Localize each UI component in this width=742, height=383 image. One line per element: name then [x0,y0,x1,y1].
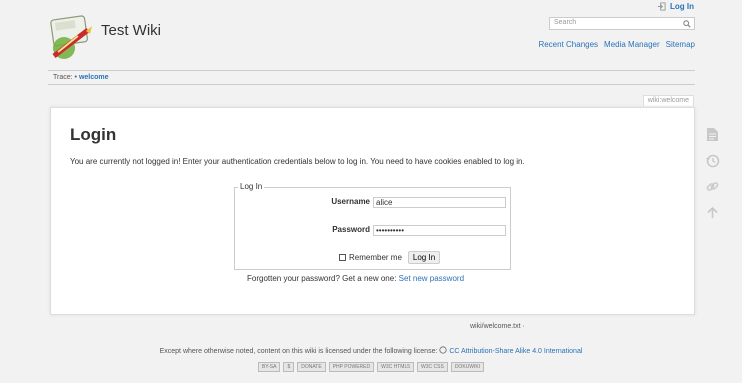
breadcrumb: Trace: • welcome [53,74,109,81]
breadcrumb-divider [48,84,695,85]
breadcrumb-label: Trace: [53,74,73,81]
old-revisions-tool[interactable] [704,152,720,168]
site-title[interactable]: Test Wiki [101,22,161,39]
wiki-logo[interactable] [48,12,98,64]
license-text: Except where otherwise noted, content on… [159,348,438,355]
forgot-password-text: Forgotten your password? Get a new one: [247,274,397,283]
login-icon [657,2,666,11]
dokuwiki-badge[interactable]: DOKUWIKI [450,362,485,372]
backlinks-tool[interactable] [704,178,720,194]
login-legend: Log In [238,182,265,191]
back-to-top-icon [706,206,718,218]
password-label: Password [332,225,370,234]
back-to-top-tool[interactable] [704,204,720,220]
donate-currency-badge[interactable]: $ [283,362,295,372]
dokuwiki-logo-icon [50,15,92,59]
password-input[interactable]: •••••••••• [373,225,506,236]
remember-me-checkbox[interactable] [339,254,346,261]
site-tools: Recent Changes Media Manager Sitemap [538,40,695,49]
donate-badge[interactable]: DONATE [297,362,326,372]
login-intro-text: You are currently not logged in! Enter y… [70,157,525,166]
set-new-password-link[interactable]: Set new password [399,274,464,283]
search-input[interactable]: Search [549,17,695,30]
cc-by-sa-badge[interactable]: BY-SA [257,362,281,372]
footer-badges: BY-SA $ DONATE PHP POWERED W3C HTML5 W3C… [0,362,742,372]
remember-me-label[interactable]: Remember me [349,253,402,262]
forgot-password: Forgotten your password? Get a new one: … [247,274,464,283]
login-fieldset: Log In Username alice Password •••••••••… [234,182,511,270]
breadcrumb-welcome-link[interactable]: welcome [79,74,109,81]
cc-icon [439,346,447,354]
license-link[interactable]: CC Attribution-Share Alike 4.0 Internati… [449,348,582,355]
show-page-tool[interactable] [704,126,720,142]
header-divider [48,70,695,71]
license-notice: Except where otherwise noted, content on… [0,346,742,355]
show-page-icon [706,127,718,141]
login-submit-button[interactable]: Log In [407,251,441,264]
page-tools [704,126,720,230]
page-id: wiki:welcome [642,95,694,106]
login-link[interactable]: Log In [670,2,694,11]
media-manager-link[interactable]: Media Manager [604,40,660,49]
username-label: Username [331,197,370,206]
recent-changes-link[interactable]: Recent Changes [538,40,598,49]
usertools: Log In [657,2,694,11]
old-revisions-icon [705,154,719,167]
breadcrumb-separator: • [74,74,77,81]
search-icon[interactable] [681,17,693,30]
doc-info: wiki/welcome.txt · [470,323,525,330]
backlinks-icon [706,181,718,191]
w3c-html5-badge[interactable]: W3C HTML5 [377,362,415,372]
php-powered-badge[interactable]: PHP POWERED [328,362,375,372]
username-input[interactable]: alice [373,197,506,208]
remember-row: Remember me Log In [339,251,441,264]
sitemap-link[interactable]: Sitemap [666,40,695,49]
page-content: Login You are currently not logged in! E… [50,107,695,315]
w3c-css-badge[interactable]: W3C CSS [417,362,448,372]
page-title: Login [70,125,117,144]
